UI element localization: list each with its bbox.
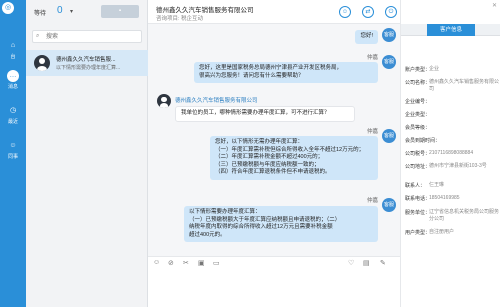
info-value: 自注册用户 xyxy=(429,229,455,235)
info-key: 会员到期时间： xyxy=(405,138,441,144)
scissors-icon[interactable]: ✂ xyxy=(183,259,189,267)
customer-info-panel: ✕ 客户信息 账户类型： 企业 公司名称： 德州鑫久久汽车销售服务有限公司 企业编号… xyxy=(400,0,500,307)
folder-icon[interactable]: ▭ xyxy=(213,259,220,267)
nav-sidebar: ◎ ⌂ 台 … 消息 ◷ 最近 ☺ 同事 xyxy=(0,0,26,307)
emoji-icon[interactable]: ☺ xyxy=(153,259,160,266)
agent-message-bubble: 以下情形需要办理年度汇算： （一）已预缴税额大于年度汇算应纳税额且申请退税的；（… xyxy=(184,206,378,242)
close-icon[interactable]: ✕ xyxy=(492,2,497,9)
info-value: 德州鑫久久汽车销售服务有限公司 xyxy=(429,79,500,92)
agent-avatar: 客服 xyxy=(382,28,396,42)
home-icon: ⌂ xyxy=(10,42,16,49)
agent-avatar: 客服 xyxy=(382,198,396,212)
agent-avatar: 客服 xyxy=(382,129,396,143)
wait-count: 0 xyxy=(57,5,63,16)
input-toolbar: ☺ ⊘ ✂ ▣ ▭ ♡ ▤ ✎ xyxy=(148,256,400,270)
info-key: 会员等级： xyxy=(405,125,431,131)
nav-item-label: 最近 xyxy=(7,119,18,125)
info-value: 仨王琳 xyxy=(429,182,445,188)
info-key: 账户类型： xyxy=(405,67,431,73)
queue-bar: 等待 0 ▾ ▪ xyxy=(26,0,148,24)
info-key: 联系电话： xyxy=(405,196,431,202)
info-value: 18504169985 xyxy=(429,195,460,201)
nav-item-colleagues[interactable]: ☺ 同事 xyxy=(0,140,26,160)
nav-item-label: 同事 xyxy=(7,154,18,160)
nav-item-label: 消息 xyxy=(7,84,18,90)
chat-subtitle: 咨询项目: 税企互动 xyxy=(156,16,204,22)
chat-title: 德州鑫久久汽车销售服务有限公司 xyxy=(156,7,254,14)
chat-icon: … xyxy=(7,70,19,82)
transfer-icon[interactable]: ⇄ xyxy=(362,6,374,18)
message-sender: 仲嘉 xyxy=(366,198,378,204)
message-input[interactable] xyxy=(148,270,400,307)
power-icon[interactable]: ⏻ xyxy=(385,6,397,18)
message-sender: 仲嘉 xyxy=(366,55,378,61)
attachment-icon[interactable]: ⊘ xyxy=(168,259,174,267)
image-icon[interactable]: ▣ xyxy=(198,259,205,267)
info-key: 联系人： xyxy=(405,183,426,189)
session-name: 德州鑫久久汽车销售服... xyxy=(56,57,116,63)
users-icon[interactable]: ☺ xyxy=(339,6,351,18)
info-tabs: 客户信息 xyxy=(401,24,500,36)
status-toggle-button[interactable]: ▪ xyxy=(101,5,139,18)
agent-message-bubble: 您好，这里是国家税务总局德州宁津县产业开发区税务局， 很高兴为您服务！请问您有什… xyxy=(194,62,378,83)
customer-avatar xyxy=(34,55,50,71)
info-key: 企业编号： xyxy=(405,99,431,105)
tab-customer-info[interactable]: 客户信息 xyxy=(427,24,475,36)
contacts-icon: ☺ xyxy=(9,142,17,149)
agent-avatar: 客服 xyxy=(382,55,396,69)
info-value: 2107116898088884 xyxy=(429,150,474,156)
message-sender: 德州鑫久久汽车销售服务有限公司 xyxy=(175,98,258,104)
search-icon: ⌕ xyxy=(36,33,40,39)
chat-message-area: 您好! 客服 仲嘉 您好，这里是国家税务总局德州宁津县产业开发区税务局， 很高兴… xyxy=(148,24,400,256)
tab-prev[interactable] xyxy=(401,24,427,36)
chat-header: 德州鑫久久汽车销售服务有限公司 咨询项目: 税企互动 ☺ ⇄ ⏻ xyxy=(148,0,400,24)
chevron-down-icon[interactable]: ▾ xyxy=(70,8,73,15)
info-value: 辽宁省信息机关税务局公司服务分公司 xyxy=(429,209,500,222)
customer-message-bubble: 我单位的员工，哪种情形需要办理年度汇算，可不进行汇算？ xyxy=(175,106,355,122)
session-preview: 以下情形需要办理年度汇算... xyxy=(56,65,121,71)
info-key: 企业类型： xyxy=(405,112,431,118)
info-key: 公司名称： xyxy=(405,80,431,86)
info-key: 公司地址： xyxy=(405,164,431,170)
agent-message-bubble: 您好! xyxy=(355,30,378,44)
info-value: 德州市宁津县新街103-3号 xyxy=(429,163,487,169)
wait-label: 等待 xyxy=(34,11,47,17)
agent-message-bubble: 您好，以下情形无需办理年度汇算： （一）年度汇算需补税但综合所得收入全年不超过1… xyxy=(210,136,378,180)
app-logo-icon: ◎ xyxy=(2,2,14,14)
heart-icon[interactable]: ♡ xyxy=(348,259,354,267)
nav-item-recent[interactable]: ◷ 最近 xyxy=(0,105,26,125)
nav-item-label: 台 xyxy=(10,54,16,60)
quick-reply-icon[interactable]: ▤ xyxy=(363,259,370,267)
info-key: 公司税号： xyxy=(405,151,431,157)
customer-avatar xyxy=(157,94,171,108)
edit-icon[interactable]: ✎ xyxy=(380,259,386,267)
info-key: 用户类型： xyxy=(405,230,431,236)
session-item[interactable]: 德州鑫久久汽车销售服... 以下情形需要办理年度汇算... xyxy=(26,50,148,76)
info-key: 服务单位： xyxy=(405,210,431,216)
nav-item-messages[interactable]: … 消息 xyxy=(0,70,26,90)
search-input[interactable] xyxy=(46,31,138,42)
message-sender: 仲嘉 xyxy=(366,129,378,135)
clock-icon: ◷ xyxy=(9,107,17,114)
session-list-panel: 等待 0 ▾ ▪ ⌕ 德州鑫久久汽车销售服... 以下情形需要办理年度汇算... xyxy=(26,0,148,307)
nav-item-workbench[interactable]: ⌂ 台 xyxy=(0,40,26,60)
tab-next[interactable] xyxy=(475,24,500,36)
search-box[interactable]: ⌕ xyxy=(32,30,142,43)
info-value: 企业 xyxy=(429,66,440,72)
